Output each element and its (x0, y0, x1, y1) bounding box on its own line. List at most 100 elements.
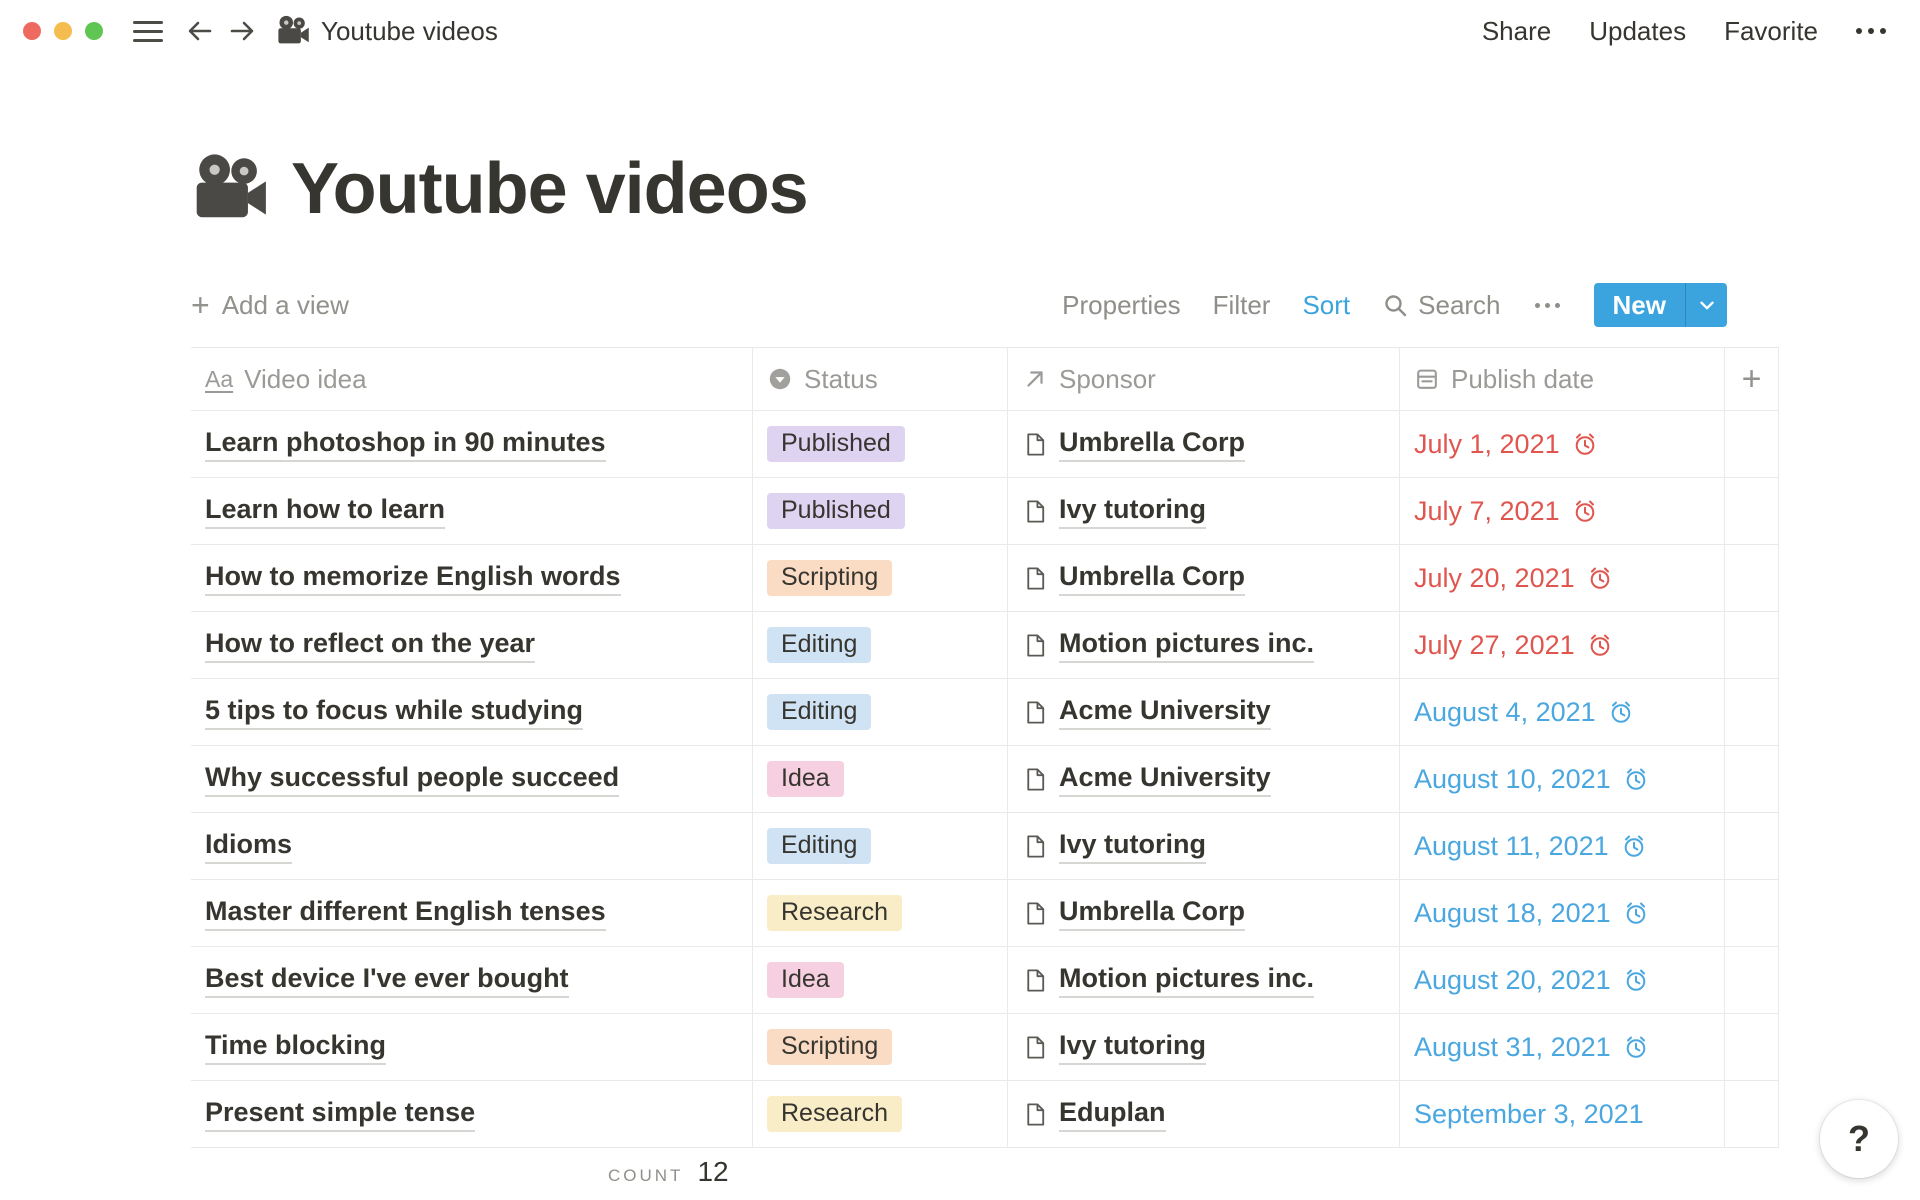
cell-video-idea[interactable]: Master different English tenses (191, 880, 753, 946)
cell-publish-date[interactable]: July 27, 2021 (1400, 612, 1725, 678)
cell-video-idea[interactable]: How to reflect on the year (191, 612, 753, 678)
filter-button[interactable]: Filter (1213, 290, 1271, 321)
add-view-button[interactable]: + Add a view (191, 289, 349, 321)
sponsor-link[interactable]: Umbrella Corp (1059, 427, 1245, 462)
video-idea-link[interactable]: Why successful people succeed (205, 762, 619, 797)
column-header-video-idea[interactable]: Aa Video idea (191, 348, 753, 410)
cell-publish-date[interactable]: August 18, 2021 (1400, 880, 1725, 946)
cell-status[interactable]: Research (753, 880, 1008, 946)
cell-video-idea[interactable]: How to memorize English words (191, 545, 753, 611)
status-badge[interactable]: Research (767, 1096, 902, 1132)
cell-status[interactable]: Published (753, 411, 1008, 477)
cell-publish-date[interactable]: July 1, 2021 (1400, 411, 1725, 477)
status-badge[interactable]: Idea (767, 761, 844, 797)
status-badge[interactable]: Editing (767, 627, 871, 663)
cell-status[interactable]: Idea (753, 746, 1008, 812)
sidebar-menu-icon[interactable] (133, 21, 163, 42)
cell-video-idea[interactable]: Learn photoshop in 90 minutes (191, 411, 753, 477)
cell-publish-date[interactable]: August 11, 2021 (1400, 813, 1725, 879)
sponsor-link[interactable]: Ivy tutoring (1059, 1030, 1206, 1065)
video-idea-link[interactable]: 5 tips to focus while studying (205, 695, 583, 730)
video-idea-link[interactable]: How to memorize English words (205, 561, 621, 596)
back-arrow-icon[interactable] (185, 16, 215, 46)
cell-status[interactable]: Editing (753, 679, 1008, 745)
cell-status[interactable]: Editing (753, 813, 1008, 879)
properties-button[interactable]: Properties (1062, 290, 1181, 321)
cell-status[interactable]: Published (753, 478, 1008, 544)
column-header-status[interactable]: Status (753, 348, 1008, 410)
cell-publish-date[interactable]: July 20, 2021 (1400, 545, 1725, 611)
cell-publish-date[interactable]: August 31, 2021 (1400, 1014, 1725, 1080)
add-column-button[interactable]: + (1725, 348, 1779, 410)
cell-sponsor[interactable]: Umbrella Corp (1008, 880, 1400, 946)
sponsor-link[interactable]: Ivy tutoring (1059, 829, 1206, 864)
new-record-button[interactable]: New (1594, 283, 1727, 327)
cell-publish-date[interactable]: July 7, 2021 (1400, 478, 1725, 544)
sponsor-link[interactable]: Umbrella Corp (1059, 561, 1245, 596)
cell-sponsor[interactable]: Umbrella Corp (1008, 411, 1400, 477)
status-badge[interactable]: Idea (767, 962, 844, 998)
zoom-window-button[interactable] (85, 22, 103, 40)
cell-video-idea[interactable]: Learn how to learn (191, 478, 753, 544)
column-header-sponsor[interactable]: Sponsor (1008, 348, 1400, 410)
column-header-publish-date[interactable]: Publish date (1400, 348, 1725, 410)
search-button[interactable]: Search (1382, 290, 1500, 321)
cell-status[interactable]: Research (753, 1081, 1008, 1147)
video-idea-link[interactable]: Learn how to learn (205, 494, 445, 529)
favorite-button[interactable]: Favorite (1724, 16, 1818, 47)
cell-status[interactable]: Scripting (753, 545, 1008, 611)
status-badge[interactable]: Scripting (767, 1029, 892, 1065)
page-movie-camera-icon[interactable] (189, 148, 271, 230)
cell-status[interactable]: Scripting (753, 1014, 1008, 1080)
status-badge[interactable]: Research (767, 895, 902, 931)
status-badge[interactable]: Scripting (767, 560, 892, 596)
minimize-window-button[interactable] (54, 22, 72, 40)
cell-sponsor[interactable]: Eduplan (1008, 1081, 1400, 1147)
sponsor-link[interactable]: Motion pictures inc. (1059, 628, 1314, 663)
cell-video-idea[interactable]: Why successful people succeed (191, 746, 753, 812)
share-button[interactable]: Share (1482, 16, 1551, 47)
cell-status[interactable]: Editing (753, 612, 1008, 678)
updates-button[interactable]: Updates (1589, 16, 1686, 47)
cell-sponsor[interactable]: Ivy tutoring (1008, 1014, 1400, 1080)
new-button-label[interactable]: New (1594, 283, 1685, 327)
video-idea-link[interactable]: Learn photoshop in 90 minutes (205, 427, 606, 462)
sponsor-link[interactable]: Acme University (1059, 762, 1271, 797)
cell-video-idea[interactable]: Best device I've ever bought (191, 947, 753, 1013)
cell-sponsor[interactable]: Motion pictures inc. (1008, 612, 1400, 678)
status-badge[interactable]: Editing (767, 694, 871, 730)
cell-status[interactable]: Idea (753, 947, 1008, 1013)
cell-sponsor[interactable]: Umbrella Corp (1008, 545, 1400, 611)
cell-sponsor[interactable]: Motion pictures inc. (1008, 947, 1400, 1013)
cell-sponsor[interactable]: Ivy tutoring (1008, 478, 1400, 544)
sort-button[interactable]: Sort (1302, 290, 1350, 321)
cell-publish-date[interactable]: August 4, 2021 (1400, 679, 1725, 745)
video-idea-link[interactable]: Time blocking (205, 1030, 386, 1065)
video-idea-link[interactable]: Present simple tense (205, 1097, 475, 1132)
more-options-icon[interactable] (1856, 28, 1886, 34)
breadcrumb-doc-title[interactable]: Youtube videos (321, 16, 498, 47)
cell-video-idea[interactable]: 5 tips to focus while studying (191, 679, 753, 745)
sponsor-link[interactable]: Eduplan (1059, 1097, 1166, 1132)
cell-sponsor[interactable]: Acme University (1008, 746, 1400, 812)
new-dropdown-button[interactable] (1685, 283, 1727, 327)
cell-publish-date[interactable]: August 20, 2021 (1400, 947, 1725, 1013)
status-badge[interactable]: Editing (767, 828, 871, 864)
video-idea-link[interactable]: Idioms (205, 829, 292, 864)
status-badge[interactable]: Published (767, 426, 905, 462)
close-window-button[interactable] (23, 22, 41, 40)
help-button[interactable]: ? (1820, 1100, 1898, 1178)
sponsor-link[interactable]: Umbrella Corp (1059, 896, 1245, 931)
cell-video-idea[interactable]: Present simple tense (191, 1081, 753, 1147)
cell-publish-date[interactable]: September 3, 2021 (1400, 1081, 1725, 1147)
video-idea-link[interactable]: How to reflect on the year (205, 628, 535, 663)
cell-video-idea[interactable]: Idioms (191, 813, 753, 879)
cell-publish-date[interactable]: August 10, 2021 (1400, 746, 1725, 812)
sponsor-link[interactable]: Motion pictures inc. (1059, 963, 1314, 998)
cell-sponsor[interactable]: Ivy tutoring (1008, 813, 1400, 879)
forward-arrow-icon[interactable] (227, 16, 257, 46)
status-badge[interactable]: Published (767, 493, 905, 529)
sponsor-link[interactable]: Ivy tutoring (1059, 494, 1206, 529)
sponsor-link[interactable]: Acme University (1059, 695, 1271, 730)
cell-sponsor[interactable]: Acme University (1008, 679, 1400, 745)
